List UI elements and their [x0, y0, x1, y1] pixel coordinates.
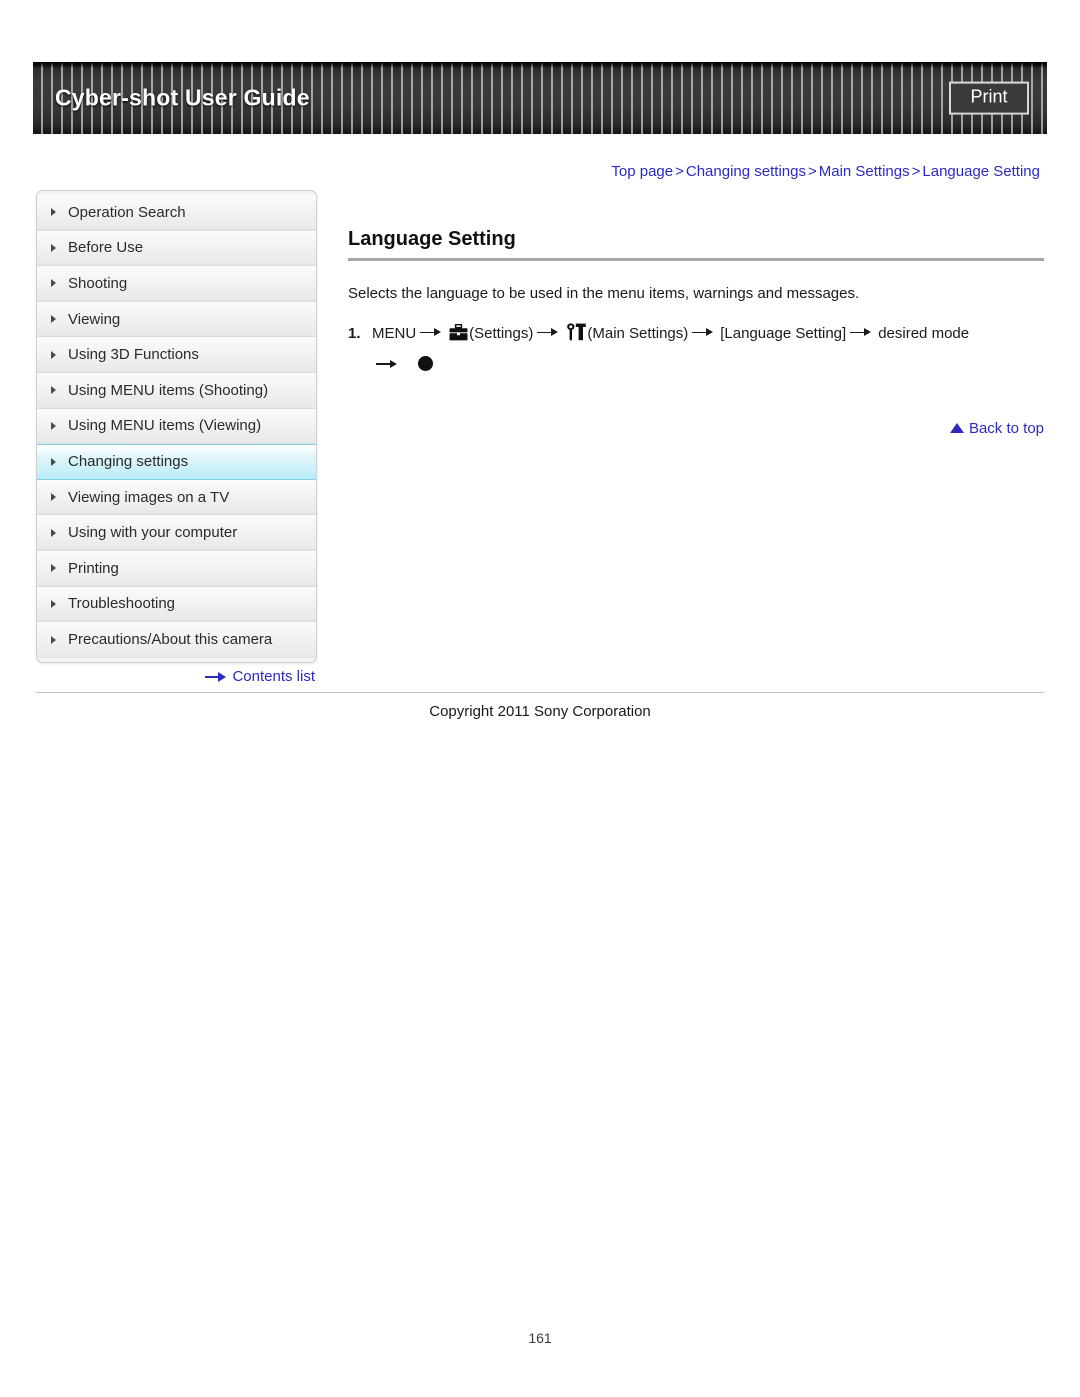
sidebar-item-viewing[interactable]: Viewing — [37, 301, 316, 338]
triangle-right-icon — [51, 279, 56, 288]
title-divider — [348, 258, 1044, 261]
arrow-icon — [537, 328, 561, 337]
breadcrumb-item-main-settings[interactable]: Main Settings — [819, 163, 910, 180]
sidebar-item-label: Printing — [68, 559, 119, 577]
sidebar-item-printing[interactable]: Printing — [37, 550, 316, 587]
sidebar-item-label: Shooting — [68, 274, 128, 292]
arrow-icon — [692, 328, 716, 337]
triangle-right-icon — [51, 493, 56, 502]
sidebar-item-label: Viewing images on a TV — [68, 488, 230, 506]
breadcrumb-item-changing-settings[interactable]: Changing settings — [686, 163, 806, 180]
page-number: 161 — [528, 1330, 552, 1346]
triangle-right-icon — [51, 599, 56, 608]
copyright-text: Copyright 2011 Sony Corporation — [429, 703, 651, 720]
triangle-right-icon — [51, 243, 56, 252]
print-button[interactable]: Print — [949, 81, 1029, 115]
triangle-up-icon — [949, 423, 964, 433]
arrow-icon — [850, 328, 874, 337]
language-setting-bracket-label: [Language Setting] — [720, 324, 847, 342]
breadcrumb: Top page > Changing settings > Main Settings… — [611, 163, 1040, 180]
sidebar-item-label: Before Use — [68, 239, 144, 257]
sidebar-item-shooting[interactable]: Shooting — [37, 266, 316, 302]
back-to-top-label: Back to top — [968, 419, 1044, 437]
arrow-icon — [376, 359, 400, 368]
sidebar-item-using-menu-items-shooting[interactable]: Using MENU items (Shooting) — [37, 372, 316, 409]
sidebar-item-changing-settings[interactable]: Changing settings — [37, 444, 316, 480]
triangle-right-icon — [51, 528, 56, 537]
triangle-right-icon — [51, 208, 56, 217]
sidebar-item-before-use[interactable]: Before Use — [37, 230, 316, 267]
triangle-right-icon — [51, 564, 56, 573]
breadcrumb-separator: > — [675, 163, 684, 180]
triangle-right-icon — [51, 386, 56, 395]
intro-text: Selects the language to be used in the m… — [348, 285, 860, 302]
footer-divider — [36, 692, 1044, 693]
contents-list-label: Contents list — [232, 668, 315, 685]
back-to-top-row: Back to top — [348, 420, 1044, 437]
settings-label: (Settings) — [469, 324, 534, 342]
center-button-dot-icon — [418, 356, 433, 371]
arrow-right-icon — [205, 671, 227, 682]
triangle-right-icon — [51, 635, 56, 644]
main-settings-label: (Main Settings) — [587, 324, 689, 342]
triangle-right-icon — [51, 315, 56, 324]
wrench-toolbox-icon — [566, 322, 587, 352]
main-content: Language Setting Selects the language to… — [348, 228, 1044, 437]
sidebar-item-using-with-your-computer[interactable]: Using with your computer — [37, 515, 316, 551]
page-root: Cyber-shot User Guide Print Top page > Cha… — [0, 0, 1080, 1397]
header-top-shadow — [33, 62, 1047, 68]
sidebar-item-label: Using 3D Functions — [68, 346, 199, 364]
toolbox-icon — [449, 323, 468, 352]
page-title: Language Setting — [348, 228, 516, 250]
sidebar-item-using-3d-functions[interactable]: Using 3D Functions — [37, 337, 316, 373]
sidebar-item-label: Viewing — [68, 310, 121, 328]
sidebar-item-viewing-images-on-a-tv[interactable]: Viewing images on a TV — [37, 479, 316, 516]
menu-label: MENU — [372, 324, 417, 342]
breadcrumb-separator: > — [807, 163, 817, 180]
sidebar-item-label: Changing settings — [68, 453, 189, 471]
app-title: Cyber-shot User Guide — [55, 84, 310, 111]
step-number: 1. — [348, 324, 361, 342]
triangle-right-icon — [51, 421, 56, 430]
breadcrumb-item-language-setting[interactable]: Language Setting — [922, 163, 1040, 180]
sidebar-nav: Operation Search Before Use Shooting Viewin… — [36, 190, 317, 663]
step-text: MENU (Settings) (Main Settings) [Language S… — [372, 320, 1044, 380]
triangle-right-icon — [51, 350, 56, 359]
sidebar-item-troubleshooting[interactable]: Troubleshooting — [37, 586, 316, 623]
sidebar-item-label: Operation Search — [68, 203, 186, 221]
breadcrumb-separator: > — [911, 163, 921, 180]
sidebar-item-label: Troubleshooting — [68, 595, 176, 613]
app-header: Cyber-shot User Guide Print — [33, 62, 1047, 134]
triangle-right-icon — [51, 457, 56, 466]
sidebar-item-operation-search[interactable]: Operation Search — [37, 195, 316, 231]
sidebar-item-label: Precautions/About this camera — [68, 631, 273, 649]
contents-list-link[interactable]: Contents list — [205, 668, 315, 685]
breadcrumb-item-top-page[interactable]: Top page — [611, 163, 673, 180]
sidebar-item-label: Using with your computer — [68, 524, 238, 542]
desired-mode-label: desired mode — [878, 324, 970, 342]
contents-list-row: Contents list — [36, 668, 315, 685]
procedure-step: 1. MENU (Settings) (Main Settings) [Languag… — [348, 320, 1044, 380]
back-to-top-link[interactable]: Back to top — [949, 419, 1044, 437]
sidebar-item-label: Using MENU items (Viewing) — [68, 417, 262, 435]
sidebar-item-precautions-about-this-camera[interactable]: Precautions/About this camera — [37, 622, 316, 658]
arrow-icon — [420, 328, 444, 337]
sidebar-item-label: Using MENU items (Shooting) — [68, 381, 269, 399]
sidebar-item-using-menu-items-viewing[interactable]: Using MENU items (Viewing) — [37, 408, 316, 445]
